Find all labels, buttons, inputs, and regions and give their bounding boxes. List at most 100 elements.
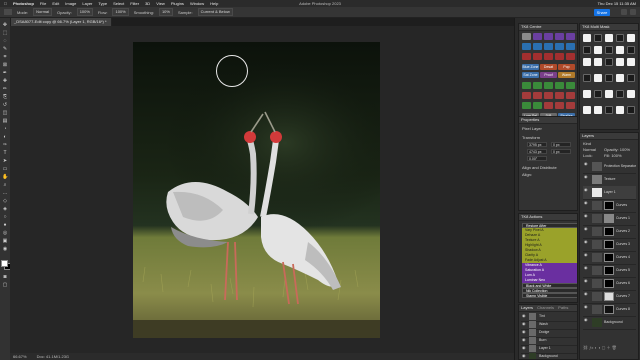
layer-row[interactable]: ◉ Curves 4 <box>583 251 636 265</box>
width-field[interactable]: 3795 px <box>527 142 547 147</box>
tab-channels[interactable]: Channels <box>537 305 554 310</box>
blend-mode-select[interactable]: Normal <box>583 147 596 152</box>
menu-window[interactable]: Window <box>190 1 204 6</box>
layer-row[interactable]: ◉ Protection Separator <box>583 160 636 174</box>
mask-button[interactable] <box>583 46 591 54</box>
zoom-tool-icon[interactable]: ⌕ <box>2 182 8 188</box>
pen-tool-icon[interactable]: ✑ <box>2 142 8 148</box>
menu-type[interactable]: Type <box>98 1 107 6</box>
layer-mask[interactable] <box>604 214 614 223</box>
tab-paths[interactable]: Paths <box>558 305 568 310</box>
frame-tool-icon[interactable]: ⊠ <box>2 62 8 68</box>
action-item[interactable]: Stamp Visible <box>522 293 577 298</box>
kind-filter[interactable]: Kind <box>583 141 591 146</box>
quick-select-tool-icon[interactable]: ✎ <box>2 46 8 52</box>
opacity-field[interactable]: 100% <box>76 8 93 16</box>
mask-button[interactable] <box>583 106 591 114</box>
height-field[interactable]: 4743 px <box>527 149 547 154</box>
tool-icon-c[interactable]: ○ <box>2 214 8 220</box>
layer-mask[interactable] <box>604 253 614 262</box>
menu-edit[interactable]: Edit <box>52 1 59 6</box>
eye-icon[interactable]: ◉ <box>584 240 588 244</box>
tool-icon-f[interactable]: ▣ <box>2 238 8 244</box>
mask-button[interactable] <box>605 106 613 114</box>
tk8-button[interactable] <box>533 33 542 40</box>
tk8-button[interactable] <box>544 82 553 89</box>
eye-icon[interactable]: ◉ <box>584 292 588 296</box>
path-select-tool-icon[interactable]: ➤ <box>2 158 8 164</box>
mask-button[interactable] <box>616 90 624 98</box>
tk8-button[interactable] <box>522 82 531 89</box>
tk8-button[interactable] <box>555 92 564 99</box>
mask-button[interactable] <box>616 46 624 54</box>
layer-row[interactable]: ◉ Curves 1 <box>583 212 636 226</box>
tool-icon-g[interactable]: ◉ <box>2 246 8 252</box>
mask-button[interactable] <box>583 34 591 42</box>
tk8-button[interactable] <box>522 33 531 40</box>
mask-button[interactable] <box>627 106 635 114</box>
layer-mask[interactable] <box>604 201 614 210</box>
x-field[interactable]: 0 px <box>551 142 571 147</box>
type-tool-icon[interactable]: T <box>2 150 8 156</box>
tk8-button[interactable] <box>555 82 564 89</box>
zoom-level[interactable]: 66.67% <box>13 354 27 359</box>
apple-icon[interactable]:  <box>4 1 7 6</box>
layer-mask[interactable] <box>604 266 614 275</box>
mask-button[interactable] <box>605 90 613 98</box>
mask-button[interactable] <box>583 58 591 66</box>
menu-filter[interactable]: Filter <box>130 1 139 6</box>
more-tools-icon[interactable]: … <box>2 190 8 196</box>
mask-button[interactable] <box>605 58 613 66</box>
tk8-button[interactable] <box>522 92 531 99</box>
menu-select[interactable]: Select <box>113 1 124 6</box>
tk8-button[interactable] <box>555 33 564 40</box>
tk8-button[interactable] <box>544 102 553 109</box>
layer-row[interactable]: ◉ Curves 6 <box>583 277 636 291</box>
brush-tool-icon[interactable]: ✏ <box>2 86 8 92</box>
sample-select[interactable]: Current & Below <box>197 8 233 16</box>
mask-button[interactable] <box>594 74 602 82</box>
eye-icon[interactable]: ◉ <box>584 305 588 309</box>
tool-icon-b[interactable]: ◈ <box>2 206 8 212</box>
eye-icon[interactable]: ◉ <box>584 318 588 322</box>
tk8-button[interactable] <box>566 92 575 99</box>
mask-button[interactable] <box>605 34 613 42</box>
tk8-centre-button[interactable]: Pop <box>558 64 575 70</box>
eye-icon[interactable]: ◉ <box>522 330 526 334</box>
layer-row[interactable]: ◉ Curves 8 <box>583 303 636 317</box>
mask-button[interactable] <box>594 90 602 98</box>
tk8-button[interactable] <box>566 43 575 50</box>
layer-mask[interactable] <box>604 227 614 236</box>
eye-icon[interactable]: ◉ <box>522 314 526 318</box>
tk8-button[interactable] <box>555 43 564 50</box>
healing-tool-icon[interactable]: ✚ <box>2 78 8 84</box>
tk8-button[interactable] <box>522 53 531 60</box>
tk8-button[interactable] <box>522 102 531 109</box>
mask-button[interactable] <box>627 58 635 66</box>
layer-row[interactable]: ◉ Background <box>583 316 636 330</box>
mask-button[interactable] <box>605 46 613 54</box>
blur-tool-icon[interactable]: ◔ <box>2 126 8 132</box>
menu-layer[interactable]: Layer <box>82 1 92 6</box>
eye-icon[interactable]: ◉ <box>522 354 526 358</box>
tk8-button[interactable] <box>533 92 542 99</box>
lasso-tool-icon[interactable]: ◌ <box>2 38 8 44</box>
layer-row[interactable]: ◉ Texture <box>583 173 636 187</box>
layer-mask[interactable] <box>604 292 614 301</box>
tk8-centre-button[interactable]: Proof <box>540 72 557 78</box>
layer-mask[interactable] <box>604 305 614 314</box>
layer-mask[interactable] <box>604 240 614 249</box>
gradient-tool-icon[interactable]: ▤ <box>2 118 8 124</box>
eye-icon[interactable]: ◉ <box>584 188 588 192</box>
doc-info[interactable]: Doc: 41.1M/1.23G <box>37 354 69 359</box>
mask-button[interactable] <box>616 74 624 82</box>
mask-button[interactable] <box>616 34 624 42</box>
eye-icon[interactable]: ◉ <box>584 279 588 283</box>
tk8-button[interactable] <box>566 82 575 89</box>
search-icon[interactable] <box>621 9 627 15</box>
mask-button[interactable] <box>594 46 602 54</box>
mask-button[interactable] <box>605 74 613 82</box>
mask-button[interactable] <box>627 90 635 98</box>
tool-icon-e[interactable]: ◎ <box>2 230 8 236</box>
foreground-color-swatch[interactable] <box>1 260 8 267</box>
